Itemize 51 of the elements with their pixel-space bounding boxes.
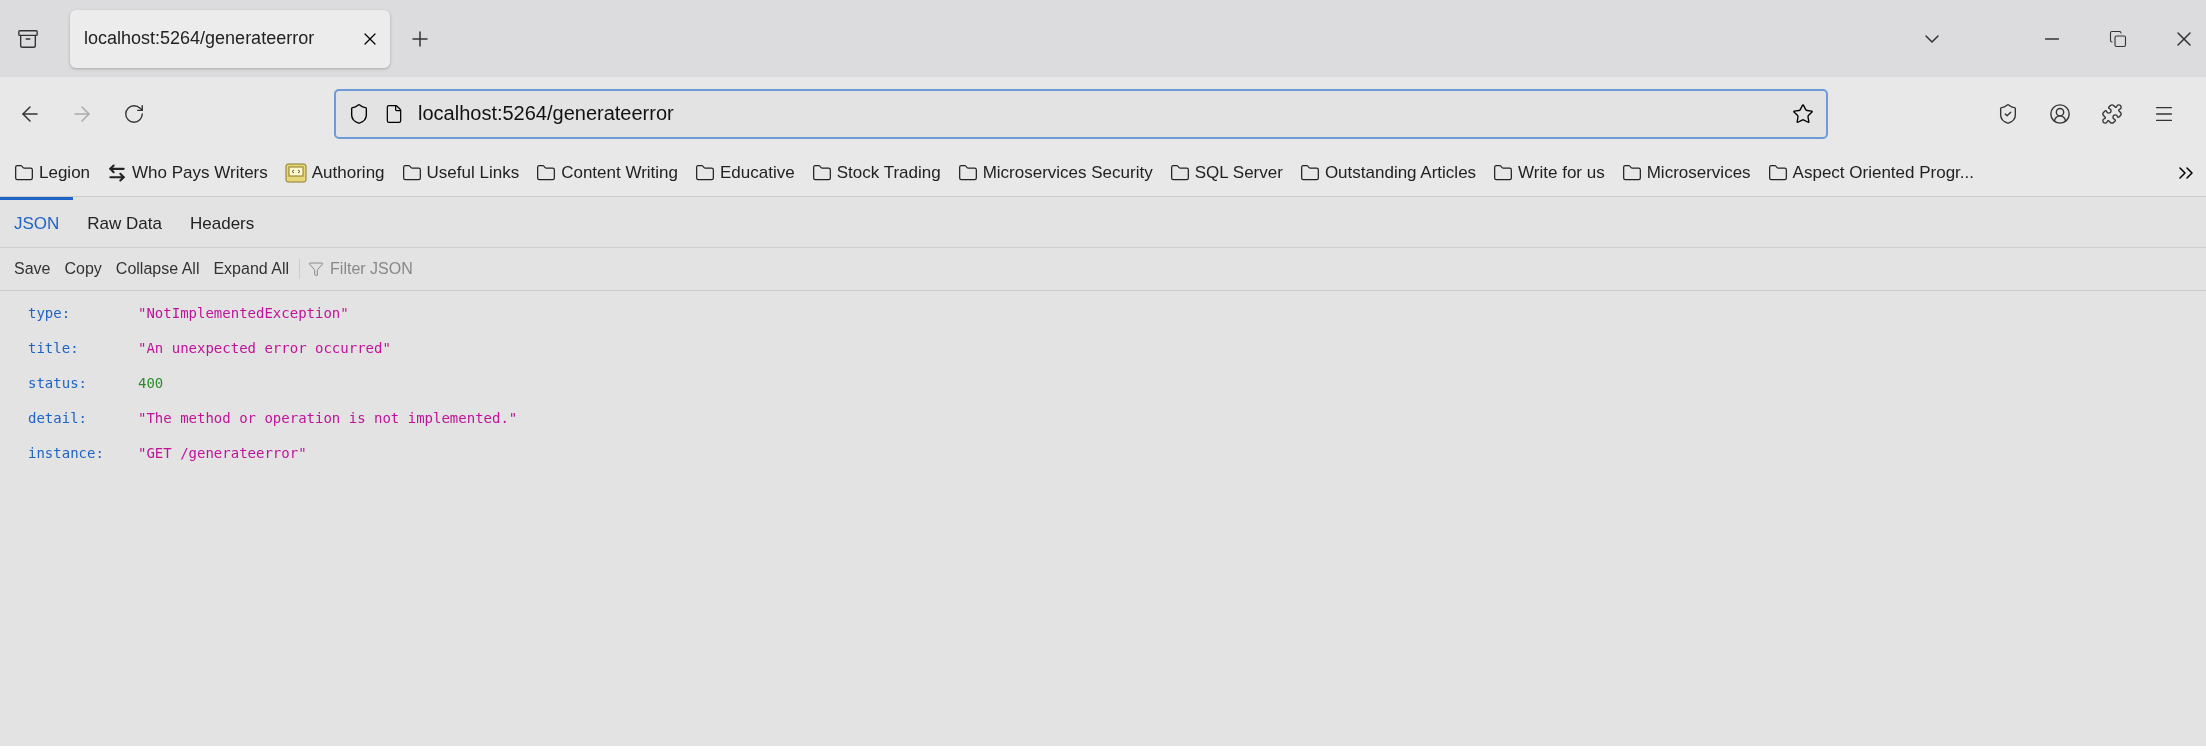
json-key: title: bbox=[28, 339, 138, 356]
viewer-tab[interactable]: JSON bbox=[0, 197, 74, 247]
json-value: 400 bbox=[138, 374, 164, 391]
bookmark-item[interactable]: Outstanding Articles bbox=[1299, 163, 1477, 183]
folder-icon bbox=[14, 163, 34, 183]
filter-field[interactable]: Filter JSON bbox=[328, 259, 493, 279]
json-key: type: bbox=[28, 304, 138, 321]
bookmark-item[interactable]: Who Pays Writers bbox=[107, 163, 268, 183]
toolbar-button[interactable]: Collapse All bbox=[109, 258, 206, 280]
json-key: instance: bbox=[28, 444, 138, 461]
address-bar[interactable]: localhost:5264/generateerror bbox=[334, 88, 1828, 139]
folder-icon bbox=[401, 163, 422, 183]
bookmark-item[interactable]: Write for us bbox=[1493, 163, 1605, 183]
folder-icon bbox=[1493, 163, 1514, 183]
folder-icon bbox=[536, 163, 557, 183]
swap-arrows-icon bbox=[107, 163, 128, 183]
toolbar-button[interactable]: Copy bbox=[58, 258, 108, 280]
filter-icon bbox=[308, 261, 325, 277]
json-key: detail: bbox=[28, 409, 138, 426]
page-icon bbox=[384, 103, 404, 124]
folder-icon bbox=[1621, 163, 1642, 183]
bookmark-item[interactable]: SQL Server bbox=[1169, 163, 1283, 183]
bookmark-item[interactable]: Microservices bbox=[1621, 163, 1751, 183]
bookmark-item[interactable]: Educative bbox=[695, 163, 795, 183]
folder-icon bbox=[1767, 163, 1788, 183]
shield-icon bbox=[348, 102, 370, 125]
folder-icon bbox=[695, 163, 716, 183]
folder-icon bbox=[811, 163, 832, 183]
bookmark-item[interactable]: Microservices Security bbox=[957, 163, 1153, 183]
json-value: "The method or operation is not implemented." bbox=[138, 409, 518, 426]
viewer-tab[interactable]: Headers bbox=[176, 197, 269, 247]
url-input[interactable]: localhost:5264/generateerror bbox=[418, 102, 1778, 125]
bookmark-item[interactable]: Stock Trading bbox=[811, 163, 941, 183]
json-key: status: bbox=[28, 374, 138, 391]
toolbar-button[interactable]: Save bbox=[8, 258, 57, 280]
star-icon[interactable] bbox=[1792, 102, 1814, 125]
folder-icon bbox=[957, 163, 978, 183]
browser-tab[interactable]: localhost:5264/generateerror bbox=[70, 9, 390, 68]
json-value: "GET /generateerror" bbox=[138, 444, 307, 461]
code-page-icon bbox=[284, 163, 307, 183]
folder-icon bbox=[1169, 163, 1190, 183]
toolbar-button[interactable]: Expand All bbox=[207, 258, 296, 280]
bookmark-item[interactable]: Authoring bbox=[284, 163, 385, 183]
json-value: "An unexpected error occurred" bbox=[138, 339, 391, 356]
bookmark-item[interactable]: Useful Links bbox=[401, 163, 520, 183]
json-value: "NotImplementedException" bbox=[138, 304, 349, 321]
bookmark-item[interactable]: Aspect Oriented Progr... bbox=[1767, 163, 1974, 183]
bookmark-item[interactable]: Legion bbox=[14, 163, 91, 183]
bookmark-item[interactable]: Content Writing bbox=[536, 163, 679, 183]
folder-icon bbox=[1299, 163, 1320, 183]
viewer-tab[interactable]: Raw Data bbox=[73, 197, 176, 247]
